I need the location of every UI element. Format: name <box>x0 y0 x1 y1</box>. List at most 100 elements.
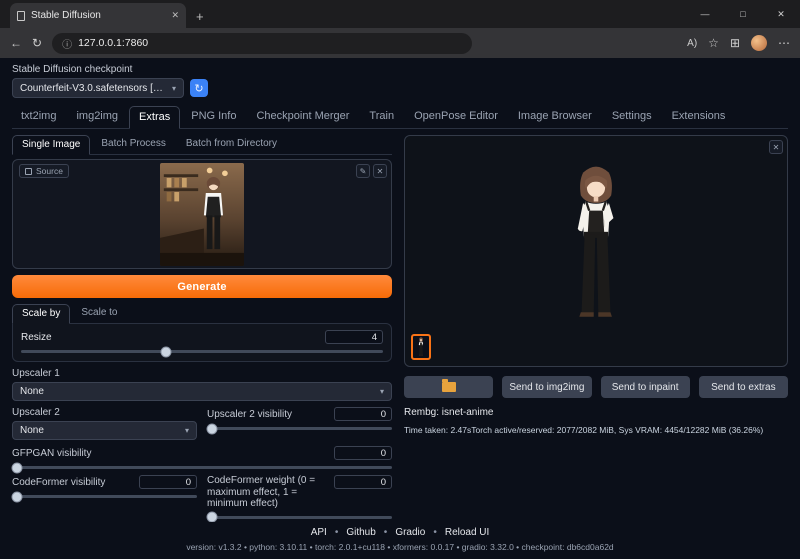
tab-checkpoint-merger[interactable]: Checkpoint Merger <box>247 106 358 128</box>
tab-extensions[interactable]: Extensions <box>663 106 735 128</box>
gfpgan-visibility-slider[interactable] <box>12 466 392 469</box>
footer-link-gradio[interactable]: Gradio <box>395 527 425 538</box>
refresh-icon[interactable]: ↻ <box>32 36 42 50</box>
time-taken-text: Time taken: 2.47sTorch active/reserved: … <box>404 425 788 435</box>
new-tab-button[interactable]: + <box>196 9 204 24</box>
gfpgan-visibility-label: GFPGAN visibility <box>12 448 91 459</box>
close-button[interactable]: ✕ <box>762 0 800 28</box>
resize-slider-handle[interactable] <box>160 346 171 357</box>
chevron-down-icon: ▾ <box>380 387 384 396</box>
refresh-icon: ↻ <box>194 82 203 95</box>
upscaler1-value: None <box>20 386 44 397</box>
browser-titlebar: Stable Diffusion ✕ + — □ ✕ <box>0 0 800 28</box>
codeformer-visibility-slider[interactable] <box>12 495 197 498</box>
tab-txt2img[interactable]: txt2img <box>12 106 65 128</box>
gallery-thumbnail[interactable] <box>411 334 431 360</box>
upscaler2-visibility-label: Upscaler 2 visibility <box>207 409 292 420</box>
extras-sub-tabs: Single Image Batch Process Batch from Di… <box>12 135 392 155</box>
stable-diffusion-page: Stable Diffusion checkpoint Counterfeit-… <box>0 58 800 559</box>
navbar-right-icons: A) ☆ ⊞ ⋯ <box>687 35 790 51</box>
chevron-down-icon: ▾ <box>185 426 189 435</box>
tab-extras[interactable]: Extras <box>129 106 180 129</box>
browser-navbar: ← ↻ ⓘ 127.0.0.1:7860 A) ☆ ⊞ ⋯ <box>0 28 800 58</box>
input-column: Single Image Batch Process Batch from Di… <box>12 135 392 558</box>
more-menu-icon[interactable]: ⋯ <box>778 36 790 50</box>
main-tabs: txt2img img2img Extras PNG Info Checkpoi… <box>12 106 788 129</box>
footer-link-github[interactable]: Github <box>346 527 375 538</box>
folder-icon <box>442 382 456 392</box>
upscaler2-visibility-input[interactable]: 0 <box>334 407 392 421</box>
favorites-icon[interactable]: ☆ <box>708 36 719 50</box>
page-favicon-icon <box>17 11 25 21</box>
collections-icon[interactable]: ⊞ <box>730 36 740 50</box>
checkpoint-label: Stable Diffusion checkpoint <box>12 64 788 75</box>
footer-separator: • <box>433 527 437 538</box>
checkpoint-dropdown[interactable]: Counterfeit-V3.0.safetensors [db6cd0a62d… <box>12 78 184 98</box>
codeformer-weight-label: CodeFormer weight (0 = maximum effect, 1… <box>207 475 334 510</box>
url-text: 127.0.0.1:7860 <box>78 37 148 49</box>
close-output-icon[interactable]: ✕ <box>769 140 783 154</box>
subtab-scale-by[interactable]: Scale by <box>12 304 70 324</box>
clear-image-icon[interactable]: ✕ <box>373 164 387 178</box>
send-to-extras-button[interactable]: Send to extras <box>699 376 788 398</box>
subtab-batch-process[interactable]: Batch Process <box>92 135 174 154</box>
window-controls: — □ ✕ <box>686 0 800 28</box>
footer-link-reload-ui[interactable]: Reload UI <box>445 527 489 538</box>
source-label: Source <box>36 166 63 176</box>
edit-image-icon[interactable]: ✎ <box>356 164 370 178</box>
back-icon[interactable]: ← <box>10 36 22 50</box>
tab-img2img[interactable]: img2img <box>67 106 127 128</box>
output-image[interactable] <box>558 156 634 338</box>
generate-button[interactable]: Generate <box>12 275 392 298</box>
tab-openpose-editor[interactable]: OpenPose Editor <box>405 106 507 128</box>
codeformer-visibility-input[interactable]: 0 <box>139 475 197 489</box>
read-aloud-icon[interactable]: A) <box>687 38 697 49</box>
output-column: ✕ Send to img2img Send to inpaint Send t… <box>404 135 788 558</box>
subtab-scale-to[interactable]: Scale to <box>72 304 126 323</box>
gfpgan-visibility-input[interactable]: 0 <box>334 446 392 460</box>
upscaler1-dropdown[interactable]: None ▾ <box>12 382 392 401</box>
source-image <box>160 163 244 266</box>
codeformer-visibility-label: CodeFormer visibility <box>12 477 105 488</box>
upscaler2-value: None <box>20 425 44 436</box>
scale-by-panel: Resize 4 <box>12 323 392 362</box>
site-info-icon[interactable]: ⓘ <box>62 36 72 51</box>
maximize-button[interactable]: □ <box>724 0 762 28</box>
send-to-img2img-button[interactable]: Send to img2img <box>502 376 591 398</box>
upscaler2-visibility-slider[interactable] <box>207 427 392 430</box>
open-folder-button[interactable] <box>404 376 493 398</box>
tab-train[interactable]: Train <box>360 106 403 128</box>
tab-png-info[interactable]: PNG Info <box>182 106 245 128</box>
source-image-panel[interactable]: Source ✎ ✕ <box>12 159 392 269</box>
tab-close-icon[interactable]: ✕ <box>171 10 179 21</box>
codeformer-weight-handle[interactable] <box>207 512 218 523</box>
minimize-button[interactable]: — <box>686 0 724 28</box>
page-footer: API • Github • Gradio • Reload UI versio… <box>0 522 800 559</box>
upscaler2-visibility-handle[interactable] <box>207 423 218 434</box>
resize-value-input[interactable]: 4 <box>325 330 383 344</box>
address-bar[interactable]: ⓘ 127.0.0.1:7860 <box>52 33 472 54</box>
subtab-batch-from-directory[interactable]: Batch from Directory <box>177 135 286 154</box>
browser-tab[interactable]: Stable Diffusion ✕ <box>10 3 186 28</box>
tab-image-browser[interactable]: Image Browser <box>509 106 601 128</box>
subtab-single-image[interactable]: Single Image <box>12 135 90 155</box>
footer-link-api[interactable]: API <box>311 527 327 538</box>
profile-avatar[interactable] <box>751 35 767 51</box>
checkpoint-value: Counterfeit-V3.0.safetensors [db6cd0a62d… <box>20 83 166 94</box>
codeformer-visibility-handle[interactable] <box>12 491 23 502</box>
tab-settings[interactable]: Settings <box>603 106 661 128</box>
send-to-inpaint-button[interactable]: Send to inpaint <box>601 376 690 398</box>
upscaler2-dropdown[interactable]: None ▾ <box>12 421 197 440</box>
scale-tabs: Scale by Scale to <box>12 304 392 323</box>
gfpgan-visibility-handle[interactable] <box>12 462 23 473</box>
footer-separator: • <box>384 527 388 538</box>
codeformer-weight-input[interactable]: 0 <box>334 475 392 489</box>
browser-tab-title: Stable Diffusion <box>31 10 165 21</box>
output-image-panel: ✕ <box>404 135 788 367</box>
footer-separator: • <box>335 527 339 538</box>
resize-slider[interactable] <box>21 350 383 353</box>
codeformer-weight-slider[interactable] <box>207 516 392 519</box>
image-icon <box>25 168 32 175</box>
resize-label: Resize <box>21 332 52 343</box>
refresh-checkpoint-button[interactable]: ↻ <box>190 79 208 97</box>
